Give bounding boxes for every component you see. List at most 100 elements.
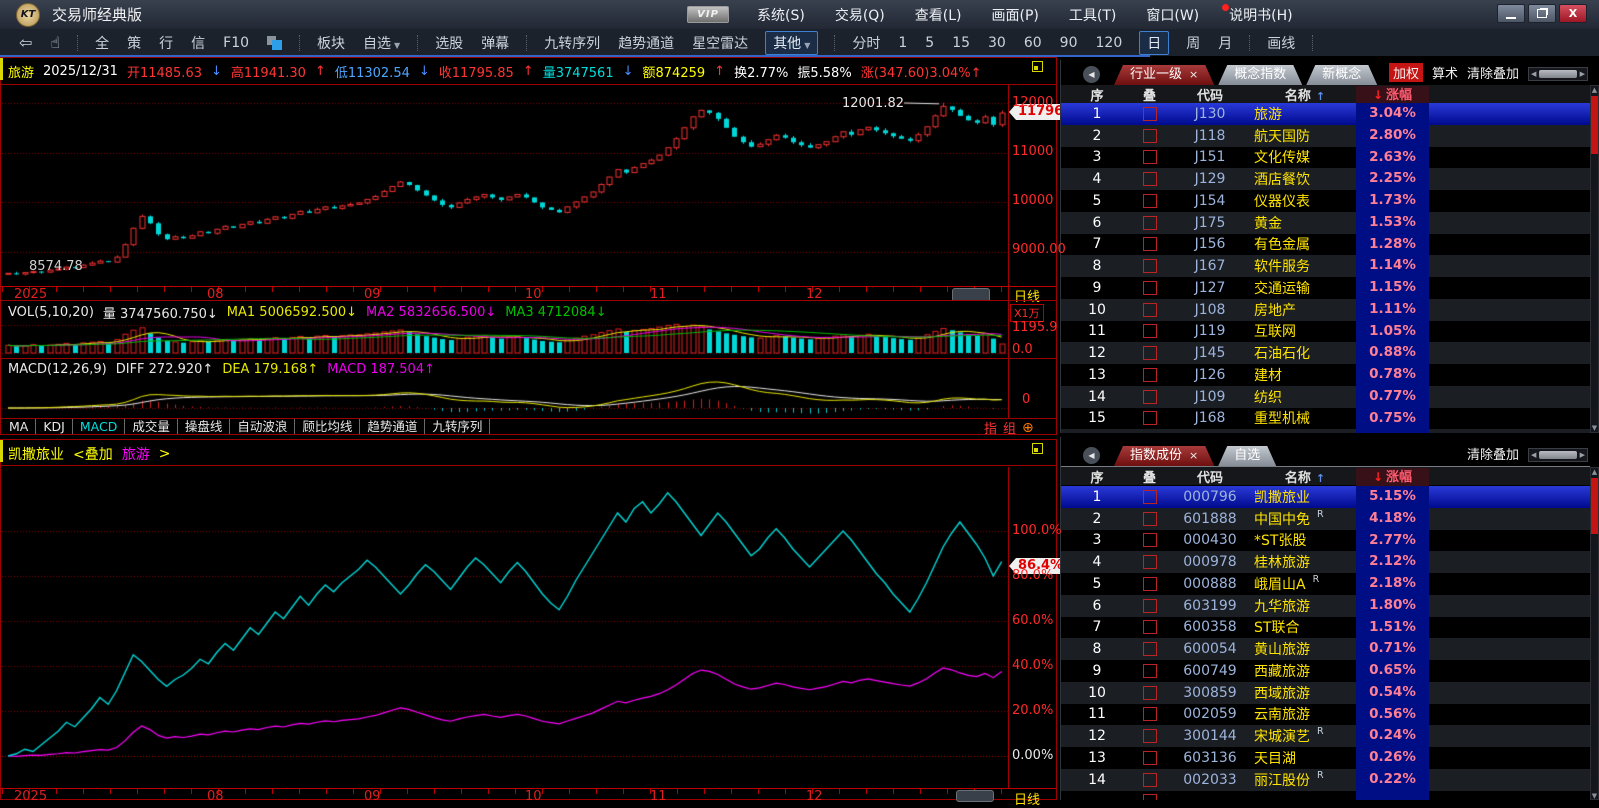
toolbar-button[interactable]: 全 bbox=[95, 33, 109, 53]
tab-close-icon[interactable]: × bbox=[1189, 449, 1198, 462]
col-header-name[interactable]: 名称↑ bbox=[1254, 85, 1356, 104]
action-清除叠加[interactable]: 清除叠加 bbox=[1467, 444, 1519, 463]
overlay-checkbox[interactable] bbox=[1143, 237, 1157, 251]
period-label[interactable]: 日线 bbox=[1014, 789, 1040, 808]
stock-row[interactable]: 10J108房地产1.11% bbox=[1061, 299, 1590, 321]
stock-row[interactable]: 6603199九华旅游1.80% bbox=[1061, 595, 1590, 617]
overlay-checkbox[interactable] bbox=[1143, 620, 1157, 634]
overlay-checkbox[interactable] bbox=[1143, 686, 1157, 700]
stock-row[interactable]: 5J154仪器仪表1.73% bbox=[1061, 190, 1590, 212]
overlay-checkbox[interactable] bbox=[1143, 281, 1157, 295]
overlay-checkbox[interactable] bbox=[1143, 368, 1157, 382]
scroll-right-icon[interactable]: ▶ bbox=[1578, 451, 1587, 459]
action-清除叠加[interactable]: 清除叠加 bbox=[1467, 63, 1519, 82]
stock-row[interactable]: 4J129酒店餐饮2.25% bbox=[1061, 168, 1590, 190]
toolbar-button[interactable]: 15 bbox=[952, 35, 970, 51]
toolbar-button[interactable]: 30 bbox=[988, 35, 1006, 51]
stock-row[interactable]: 2601888中国中免R4.18% bbox=[1061, 508, 1590, 530]
candlestick-chart[interactable] bbox=[2, 84, 1008, 286]
toolbar-button[interactable]: 星空雷达 bbox=[692, 33, 748, 53]
overlay-checkbox[interactable] bbox=[1143, 707, 1157, 721]
add-indicator-icon[interactable]: ⊕ bbox=[1022, 420, 1034, 436]
toolbar-button[interactable]: 周 bbox=[1186, 33, 1200, 53]
maximize-pane-icon[interactable] bbox=[1032, 61, 1043, 72]
indicator-tab-KDJ[interactable]: KDJ bbox=[36, 419, 73, 434]
scroll-left-icon[interactable]: ◀ bbox=[1529, 451, 1538, 459]
action-加权[interactable]: 加权 bbox=[1389, 63, 1423, 82]
col-header-seq[interactable]: 序 bbox=[1061, 467, 1133, 486]
toolbar-button[interactable]: 月 bbox=[1218, 33, 1232, 53]
overlay-checkbox[interactable] bbox=[1143, 411, 1157, 425]
overlay-checkbox[interactable] bbox=[1143, 599, 1157, 613]
overlay-checkbox[interactable] bbox=[1143, 303, 1157, 317]
menu-item[interactable]: 系统(S) bbox=[757, 5, 805, 25]
stock-row[interactable]: 12300144宋城演艺R0.24% bbox=[1061, 725, 1590, 747]
stock-row[interactable]: 3J151文化传媒2.63% bbox=[1061, 147, 1590, 169]
hscroll-thumb[interactable] bbox=[1539, 70, 1576, 78]
toolbar-button[interactable]: 画线 bbox=[1267, 33, 1295, 53]
toolbar-button[interactable]: 信 bbox=[191, 33, 205, 53]
stock-row[interactable]: 3000430*ST张股2.77% bbox=[1061, 530, 1590, 552]
menu-item[interactable]: 说明书(H) bbox=[1229, 5, 1292, 25]
toolbar-button[interactable]: 选股 bbox=[435, 33, 463, 53]
menu-item[interactable]: 查看(L) bbox=[915, 5, 962, 25]
col-header-overlay[interactable]: 叠 bbox=[1133, 467, 1166, 486]
overlay-checkbox[interactable] bbox=[1143, 259, 1157, 273]
overlay-checkbox[interactable] bbox=[1143, 194, 1157, 208]
tabbar-hscrollbar[interactable]: ◀▶ bbox=[1528, 67, 1588, 81]
layers-icon[interactable] bbox=[267, 36, 282, 50]
stock-row[interactable]: 13603136天目湖0.26% bbox=[1061, 747, 1590, 769]
scroll-right-icon[interactable]: ▶ bbox=[1578, 70, 1587, 78]
col-header-pct[interactable]: ↓涨幅 bbox=[1356, 468, 1429, 486]
stock-row[interactable]: 9J127交通运输1.15% bbox=[1061, 277, 1590, 299]
scroll-up-icon[interactable]: ▲ bbox=[1590, 86, 1599, 94]
minimize-button[interactable] bbox=[1497, 4, 1525, 23]
restore-button[interactable] bbox=[1528, 4, 1556, 23]
toolbar-button[interactable]: 60 bbox=[1024, 35, 1042, 51]
overlay-checkbox[interactable] bbox=[1143, 533, 1157, 547]
period-label[interactable]: 日线 bbox=[1014, 286, 1040, 305]
stock-row[interactable]: 5000888峨眉山АR2.18% bbox=[1061, 573, 1590, 595]
hand-cursor-icon[interactable]: ☝ bbox=[50, 33, 60, 52]
indicator-label[interactable]: 指 bbox=[984, 418, 997, 437]
toolbar-button[interactable]: 5 bbox=[925, 35, 934, 51]
stock-row[interactable]: 8J167软件服务1.14% bbox=[1061, 255, 1590, 277]
stock-row[interactable] bbox=[1061, 791, 1590, 801]
overlay-checkbox[interactable] bbox=[1143, 172, 1157, 186]
tabbar-hscrollbar[interactable]: ◀▶ bbox=[1528, 448, 1588, 462]
stock-row[interactable]: 10300859西域旅游0.54% bbox=[1061, 682, 1590, 704]
toolbar-button[interactable]: F10 bbox=[223, 35, 249, 51]
tab-概念指数[interactable]: 概念指数 bbox=[1218, 65, 1302, 85]
tab-行业一级[interactable]: 行业一级× bbox=[1114, 65, 1214, 85]
overlay-checkbox[interactable] bbox=[1143, 577, 1157, 591]
close-button[interactable]: X bbox=[1559, 4, 1587, 23]
stock-row[interactable]: 7J156有色金属1.28% bbox=[1061, 234, 1590, 256]
scroll-up-icon[interactable]: ▲ bbox=[1590, 468, 1599, 476]
overlay-checkbox[interactable] bbox=[1143, 216, 1157, 230]
stock-row[interactable]: 6J175黄金1.53% bbox=[1061, 212, 1590, 234]
stock-row[interactable]: 4000978桂林旅游2.12% bbox=[1061, 551, 1590, 573]
overlay-checkbox[interactable] bbox=[1143, 107, 1157, 121]
scroll-left-icon[interactable]: ◀ bbox=[1529, 70, 1538, 78]
toolbar-button[interactable]: 1 bbox=[898, 35, 907, 51]
col-header-pct[interactable]: ↓涨幅 bbox=[1356, 86, 1429, 104]
menu-item[interactable]: 画面(P) bbox=[992, 5, 1039, 25]
sector-vscroll-thumb[interactable] bbox=[1591, 96, 1598, 154]
tab-close-icon[interactable]: × bbox=[1189, 68, 1198, 81]
menu-item[interactable]: 交易(Q) bbox=[835, 5, 885, 25]
period-button-active[interactable]: 日 bbox=[1139, 31, 1169, 55]
back-circle-button[interactable]: ◀ bbox=[1083, 447, 1100, 464]
maximize-pane-icon[interactable] bbox=[1032, 443, 1043, 454]
indicator-tab-MACD[interactable]: MACD bbox=[73, 419, 125, 434]
scroll-down-icon[interactable]: ▼ bbox=[1590, 792, 1599, 800]
toolbar-button[interactable]: 趋势通道 bbox=[618, 33, 674, 53]
toolbar-button[interactable]: 90 bbox=[1060, 35, 1078, 51]
overlay-checkbox[interactable] bbox=[1143, 490, 1157, 504]
overlay-checkbox[interactable] bbox=[1143, 642, 1157, 656]
toolbar-button[interactable]: 120 bbox=[1096, 35, 1123, 51]
overlay-checkbox[interactable] bbox=[1143, 664, 1157, 678]
stock-row[interactable]: 2J118航天国防2.80% bbox=[1061, 125, 1590, 147]
overlay-checkbox[interactable] bbox=[1143, 512, 1157, 526]
indicator-tab-成交量[interactable]: 成交量 bbox=[125, 419, 178, 434]
stock-row[interactable] bbox=[1061, 429, 1590, 433]
